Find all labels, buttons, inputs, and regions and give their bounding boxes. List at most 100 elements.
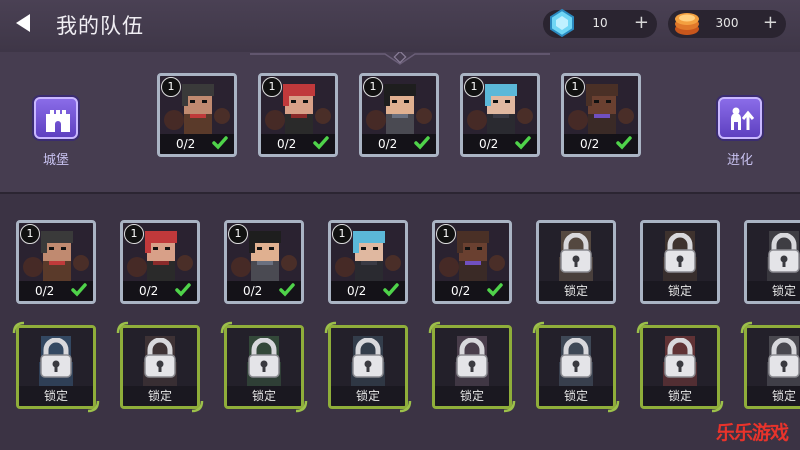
vine-ornament xyxy=(399,400,412,413)
castle-icon xyxy=(46,110,70,132)
roster-hero-card[interactable]: 0/2 1 xyxy=(120,220,200,304)
count-bar: 0/2 xyxy=(123,281,197,301)
vine-ornament xyxy=(191,400,204,413)
padlock-icon xyxy=(664,233,696,273)
locked-label: 锁定 xyxy=(747,386,800,406)
card-frame: 锁定 xyxy=(536,325,616,409)
hero-count: 0/2 xyxy=(35,284,55,298)
padlock-icon xyxy=(768,233,800,273)
team-hero-card[interactable]: 0/2 1 xyxy=(359,73,439,157)
locked-hero-card[interactable]: 锁定 xyxy=(220,321,308,413)
vine-ornament xyxy=(711,400,724,413)
locked-hero-card[interactable]: 锁定 xyxy=(740,321,800,409)
locked-hero-card[interactable]: 锁定 xyxy=(536,220,616,304)
count-bar: 0/2 xyxy=(19,281,93,301)
locked-hero-card[interactable]: 锁定 xyxy=(744,220,800,304)
level-badge: 1 xyxy=(565,77,585,97)
locked-label: 锁定 xyxy=(539,386,613,406)
vine-ornament xyxy=(116,321,129,334)
level-badge: 1 xyxy=(363,77,383,97)
check-icon xyxy=(515,136,531,150)
vine-ornament xyxy=(87,400,100,413)
team-hero-card[interactable]: 0/2 1 xyxy=(258,73,338,157)
hero-count: 0/2 xyxy=(243,284,263,298)
card-frame: 锁定 xyxy=(432,325,512,409)
locked-hero-card[interactable]: 锁定 xyxy=(532,321,620,413)
roster-hero-card[interactable]: 0/2 1 xyxy=(224,220,304,304)
hero-count: 0/2 xyxy=(479,137,499,151)
locked-label: 锁定 xyxy=(331,386,405,406)
count-bar: 0/2 xyxy=(261,134,335,154)
roster-hero-card[interactable]: 0/2 1 xyxy=(16,220,96,304)
vine-ornament xyxy=(295,400,308,413)
count-bar: 0/2 xyxy=(435,281,509,301)
gem-counter: 10 + xyxy=(543,8,657,38)
locked-label: 锁定 xyxy=(643,281,717,301)
check-icon xyxy=(383,283,399,297)
vine-ornament xyxy=(532,321,545,334)
count-bar: 0/2 xyxy=(564,134,638,154)
level-badge: 1 xyxy=(124,224,144,244)
check-icon xyxy=(414,136,430,150)
divider-ornament xyxy=(250,52,550,65)
roster-hero-card[interactable]: 0/2 1 xyxy=(432,220,512,304)
locked-hero-card[interactable]: 锁定 xyxy=(116,321,204,413)
locked-hero-card[interactable]: 锁定 xyxy=(640,220,720,304)
card-frame: 锁定 xyxy=(16,325,96,409)
level-badge: 1 xyxy=(464,77,484,97)
watermark: 乐乐游戏 xyxy=(716,422,789,444)
padlock-icon xyxy=(144,338,176,378)
vine-ornament xyxy=(636,321,649,334)
hero-count: 0/2 xyxy=(277,137,297,151)
team-hero-card[interactable]: 0/2 1 xyxy=(157,73,237,157)
locked-label: 锁定 xyxy=(19,386,93,406)
level-badge: 1 xyxy=(20,224,40,244)
padlock-icon xyxy=(768,338,800,378)
count-bar: 0/2 xyxy=(160,134,234,154)
evolve-label: 进化 xyxy=(726,153,753,168)
card-frame: 锁定 xyxy=(640,325,720,409)
locked-hero-card[interactable]: 锁定 xyxy=(636,321,724,413)
hero-count: 0/2 xyxy=(580,137,600,151)
vine-ornament xyxy=(428,321,441,334)
evolve-icon-box xyxy=(718,97,762,139)
locked-label: 锁定 xyxy=(123,386,197,406)
locked-label: 锁定 xyxy=(643,386,717,406)
padlock-icon xyxy=(40,338,72,378)
hero-count: 0/2 xyxy=(139,284,159,298)
level-badge: 1 xyxy=(262,77,282,97)
castle-label: 城堡 xyxy=(42,153,69,168)
padlock-icon xyxy=(560,338,592,378)
vine-ornament xyxy=(740,321,753,334)
add-coins-button[interactable]: + xyxy=(763,12,778,33)
locked-label: 锁定 xyxy=(539,281,613,301)
card-frame: 锁定 xyxy=(328,325,408,409)
locked-hero-card[interactable]: 锁定 xyxy=(12,321,100,413)
card-frame: 锁定 xyxy=(640,220,720,304)
check-icon xyxy=(212,136,228,150)
hero-count: 0/2 xyxy=(451,284,471,298)
card-frame: 锁定 xyxy=(744,325,800,409)
team-hero-card[interactable]: 0/2 1 xyxy=(561,73,641,157)
check-icon xyxy=(71,283,87,297)
roster-hero-card[interactable]: 0/2 1 xyxy=(328,220,408,304)
locked-hero-card[interactable]: 锁定 xyxy=(428,321,516,413)
team-hero-card[interactable]: 0/2 1 xyxy=(460,73,540,157)
card-frame: 锁定 xyxy=(536,220,616,304)
padlock-icon xyxy=(352,338,384,378)
page-title: 我的队伍 xyxy=(56,14,144,38)
evolve-button[interactable]: 进化 xyxy=(708,97,772,168)
add-gems-button[interactable]: + xyxy=(634,12,649,33)
vine-ornament xyxy=(324,321,337,334)
card-frame: 锁定 xyxy=(120,325,200,409)
vine-ornament xyxy=(503,400,516,413)
hero-count: 0/2 xyxy=(176,137,196,151)
locked-label: 锁定 xyxy=(747,281,800,301)
hero-count: 0/2 xyxy=(378,137,398,151)
castle-button[interactable]: 城堡 xyxy=(24,97,88,168)
back-arrow-icon[interactable] xyxy=(16,14,30,32)
check-icon xyxy=(279,283,295,297)
padlock-icon xyxy=(560,233,592,273)
locked-label: 锁定 xyxy=(227,386,301,406)
locked-hero-card[interactable]: 锁定 xyxy=(324,321,412,413)
